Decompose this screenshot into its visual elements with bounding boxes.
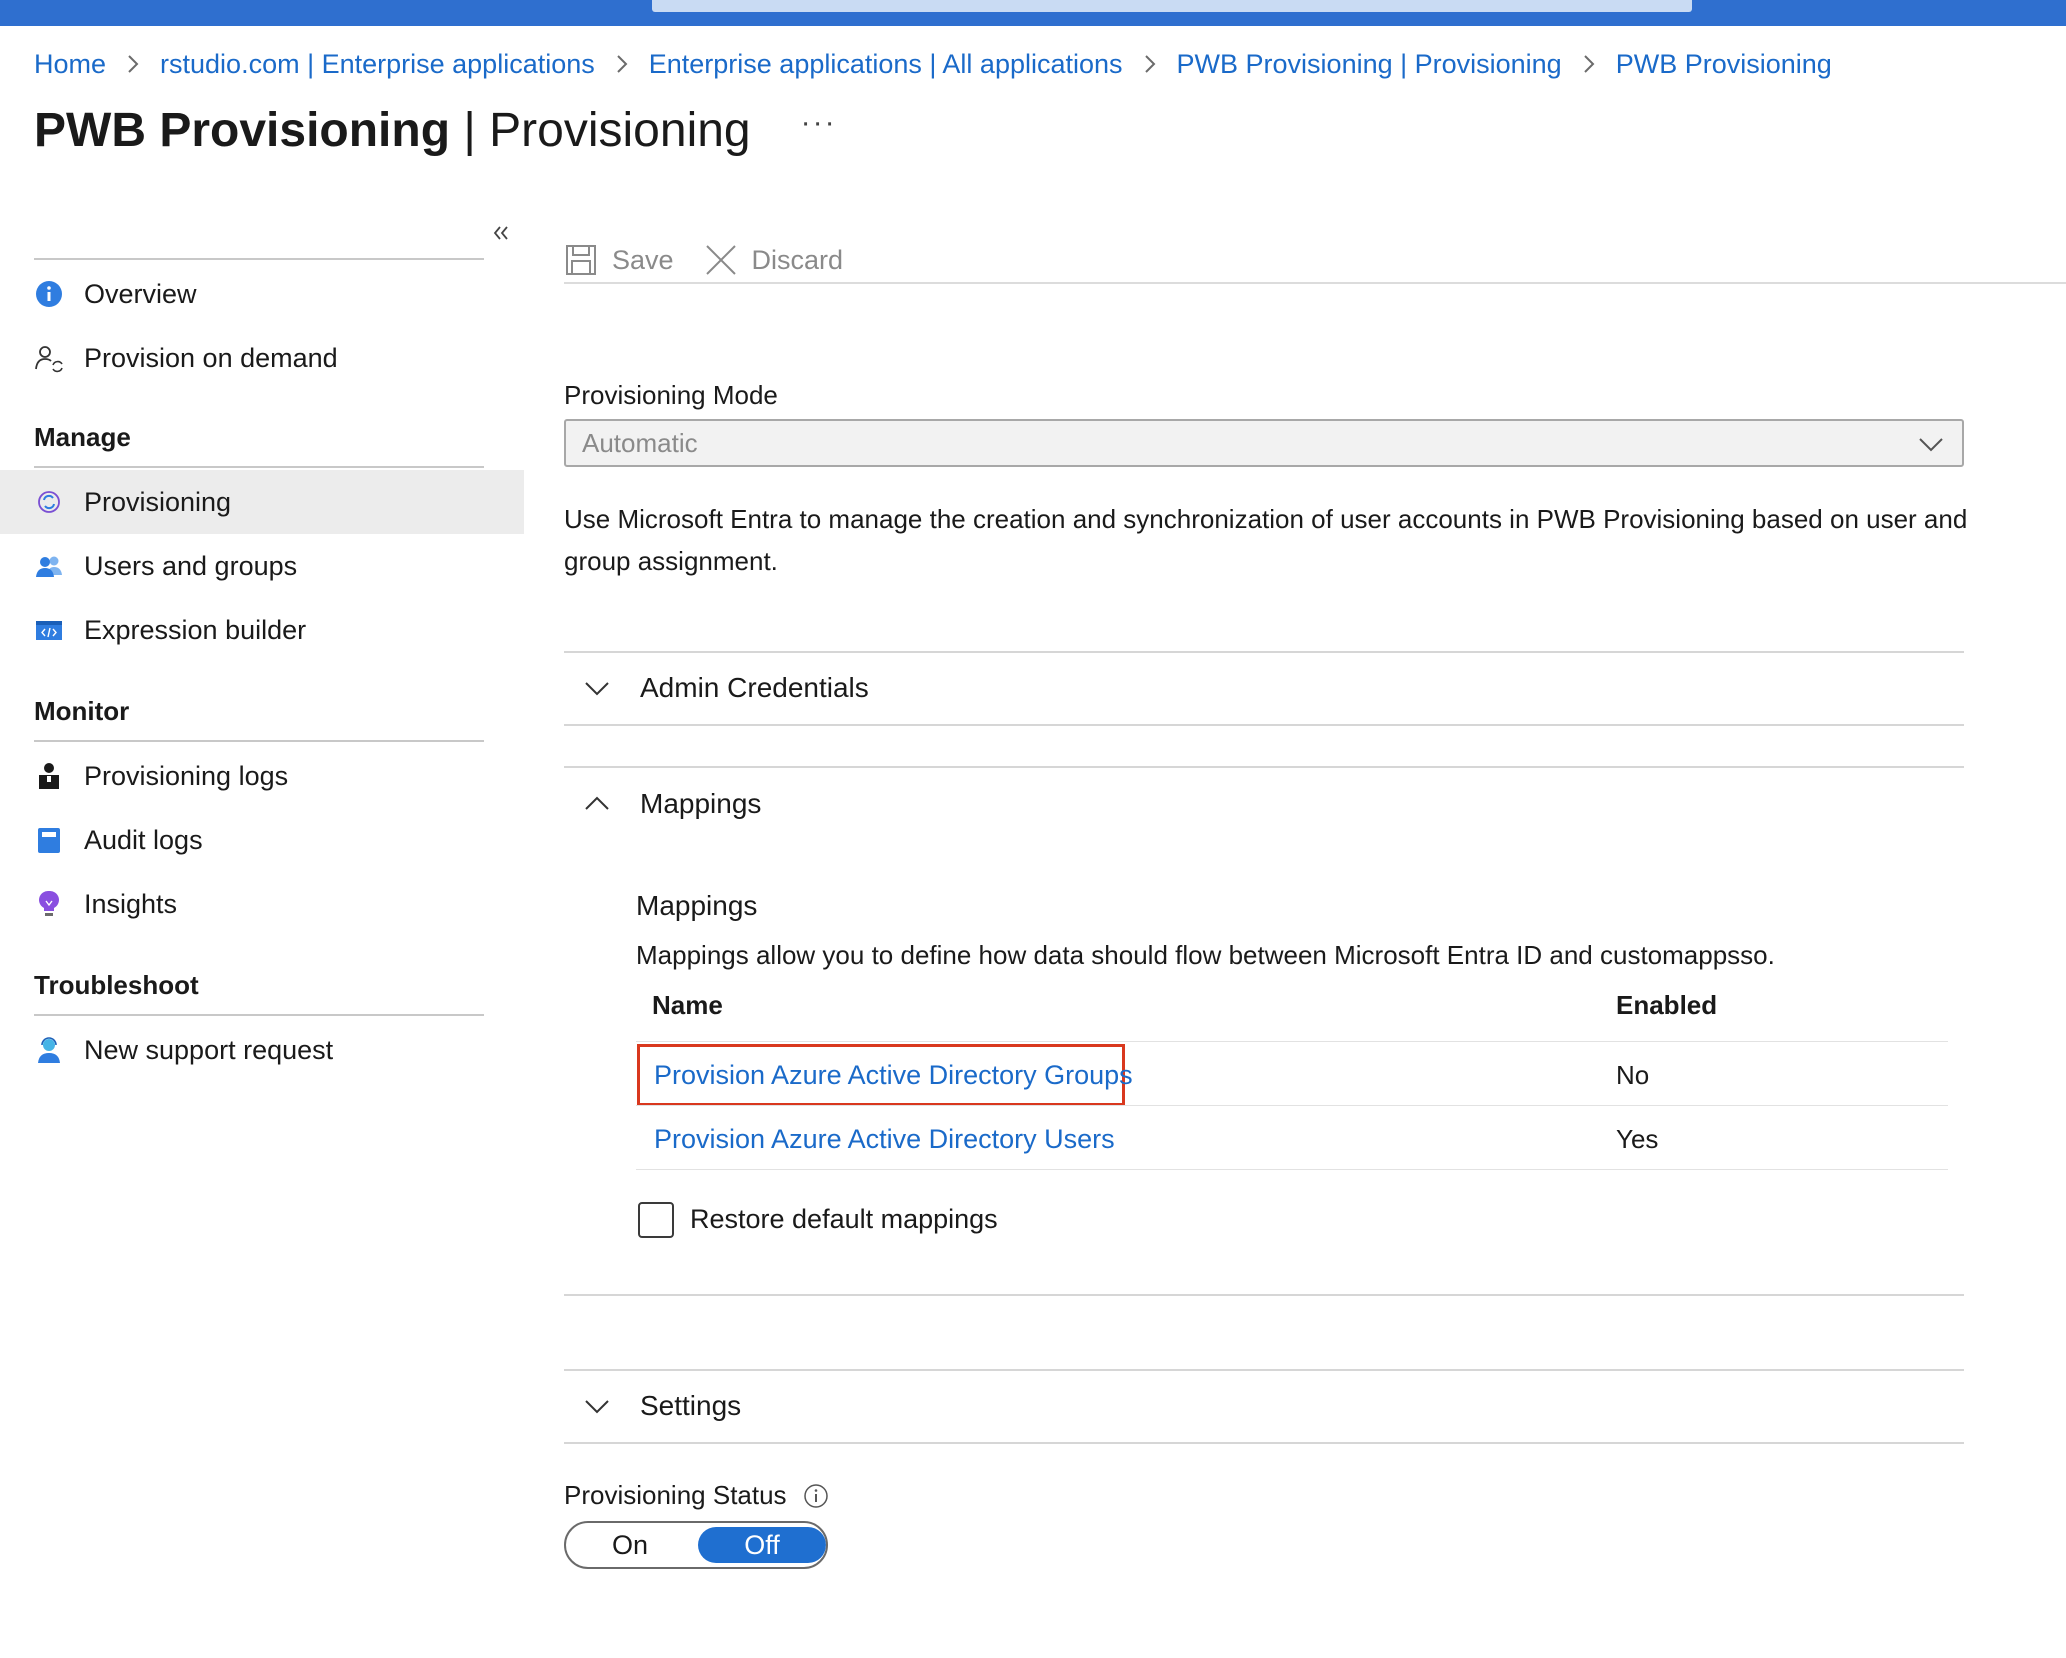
top-bar	[0, 0, 2066, 26]
sidebar-item-label: Audit logs	[84, 824, 203, 855]
sidebar-heading-troubleshoot: Troubleshoot	[34, 970, 199, 1000]
page-title: PWB Provisioning | Provisioning	[34, 103, 751, 157]
page-title-row: PWB Provisioning | Provisioning ···	[34, 98, 837, 162]
sidebar-divider	[34, 258, 484, 260]
collapse-sidebar-button[interactable]	[488, 218, 514, 248]
book-icon	[34, 825, 64, 855]
info-icon	[34, 279, 64, 309]
provisioning-mode-select[interactable]: Automatic	[564, 419, 1964, 467]
mapping-enabled-groups: No	[1616, 1060, 1650, 1090]
settings-section-header[interactable]: Settings	[564, 1376, 1964, 1436]
sidebar-item-label: Overview	[84, 278, 197, 309]
sidebar-item-label: Provisioning	[84, 486, 232, 517]
table-row-divider	[636, 1041, 1948, 1042]
users-icon	[34, 551, 64, 581]
admin-credentials-section-header[interactable]: Admin Credentials	[564, 658, 1964, 718]
breadcrumb-enterprise-apps[interactable]: rstudio.com | Enterprise applications	[160, 49, 595, 80]
sidebar-heading-monitor: Monitor	[34, 696, 130, 726]
sidebar-item-label: Users and groups	[84, 550, 298, 581]
chevron-down-icon	[585, 1400, 609, 1414]
breadcrumb-home[interactable]: Home	[34, 49, 106, 80]
toggle-off-option[interactable]: Off	[698, 1527, 826, 1563]
table-row-divider	[636, 1105, 1948, 1106]
lightbulb-icon	[34, 889, 64, 919]
mappings-description: Mappings allow you to define how data sh…	[636, 940, 1775, 970]
save-button[interactable]: Save	[564, 243, 674, 277]
sidebar-item-label: Expression builder	[84, 614, 307, 645]
more-options-button[interactable]: ···	[801, 106, 837, 154]
breadcrumb: Home rstudio.com | Enterprise applicatio…	[34, 44, 1832, 84]
provisioning-status-text: Provisioning Status	[564, 1480, 787, 1510]
section-divider	[564, 651, 1964, 653]
mappings-section-header[interactable]: Mappings	[564, 774, 1964, 834]
mapping-link-users[interactable]: Provision Azure Active Directory Users	[654, 1124, 1115, 1155]
chevron-right-icon	[1582, 54, 1596, 74]
section-title: Settings	[640, 1390, 742, 1421]
save-icon	[566, 245, 596, 275]
section-title: Mappings	[640, 788, 762, 819]
sidebar-divider	[34, 740, 484, 742]
chevron-right-icon	[126, 54, 140, 74]
sidebar-item-provisioning-logs[interactable]: Provisioning logs	[0, 744, 524, 808]
section-divider	[564, 1369, 1964, 1371]
section-title: Admin Credentials	[640, 672, 869, 703]
sidebar-heading-manage: Manage	[34, 422, 131, 452]
toolbar-divider	[564, 282, 2066, 284]
toggle-on-option[interactable]: On	[566, 1527, 694, 1563]
sidebar-item-provision-on-demand[interactable]: Provision on demand	[0, 326, 524, 390]
breadcrumb-all-applications[interactable]: Enterprise applications | All applicatio…	[649, 49, 1123, 80]
sidebar-item-users-and-groups[interactable]: Users and groups	[0, 534, 524, 598]
mapping-enabled-users: Yes	[1616, 1124, 1659, 1154]
section-divider	[564, 1294, 1964, 1296]
provisioning-mode-label: Provisioning Mode	[564, 380, 778, 410]
sidebar-item-audit-logs[interactable]: Audit logs	[0, 808, 524, 872]
chevron-down-icon	[585, 682, 609, 696]
discard-label: Discard	[751, 244, 844, 275]
section-divider	[564, 1442, 1964, 1444]
sidebar-item-label: Provisioning logs	[84, 760, 289, 791]
sidebar-item-label: Insights	[84, 888, 178, 919]
restore-default-mappings-checkbox[interactable]	[638, 1202, 674, 1238]
close-icon	[705, 245, 736, 275]
chevron-right-icon	[1143, 54, 1157, 74]
save-label: Save	[612, 244, 674, 275]
user-sync-icon	[34, 343, 64, 373]
chevron-down-icon	[1919, 438, 1943, 452]
column-header-name: Name	[652, 990, 723, 1020]
column-header-enabled: Enabled	[1616, 990, 1718, 1020]
sidebar-item-label: Provision on demand	[84, 342, 338, 373]
mapping-link-groups[interactable]: Provision Azure Active Directory Groups	[654, 1060, 1133, 1091]
support-person-icon	[34, 1035, 64, 1065]
info-icon[interactable]	[803, 1483, 829, 1509]
breadcrumb-pwb-provisioning-provisioning[interactable]: PWB Provisioning | Provisioning	[1177, 49, 1562, 80]
sidebar-item-overview[interactable]: Overview	[0, 262, 524, 326]
table-row-divider	[636, 1169, 1948, 1170]
global-search-bar[interactable]	[652, 0, 1692, 12]
person-log-icon	[34, 761, 64, 791]
chevron-right-icon	[615, 54, 629, 74]
sidebar-item-provisioning[interactable]: Provisioning	[0, 470, 524, 534]
sidebar-divider	[34, 1014, 484, 1016]
sidebar-divider	[34, 466, 484, 468]
double-chevron-left-icon	[493, 226, 508, 240]
discard-button[interactable]: Discard	[704, 243, 844, 277]
provisioning-status-label: Provisioning Status	[564, 1480, 829, 1511]
section-divider	[564, 766, 1964, 768]
provisioning-mode-value: Automatic	[582, 427, 698, 458]
sidebar-item-insights[interactable]: Insights	[0, 872, 524, 936]
code-window-icon	[34, 615, 64, 645]
provisioning-description: Use Microsoft Entra to manage the creati…	[564, 504, 1968, 576]
provisioning-icon	[34, 487, 64, 517]
provisioning-status-toggle[interactable]: On Off	[564, 1521, 828, 1569]
sidebar-item-new-support-request[interactable]: New support request	[0, 1018, 524, 1082]
section-divider	[564, 724, 1964, 726]
mappings-title: Mappings	[636, 890, 758, 921]
sidebar-item-label: New support request	[84, 1034, 334, 1065]
sidebar-item-expression-builder[interactable]: Expression builder	[0, 598, 524, 662]
chevron-up-icon	[585, 796, 609, 810]
restore-default-mappings-label: Restore default mappings	[690, 1204, 998, 1234]
breadcrumb-pwb-provisioning[interactable]: PWB Provisioning	[1616, 49, 1832, 80]
